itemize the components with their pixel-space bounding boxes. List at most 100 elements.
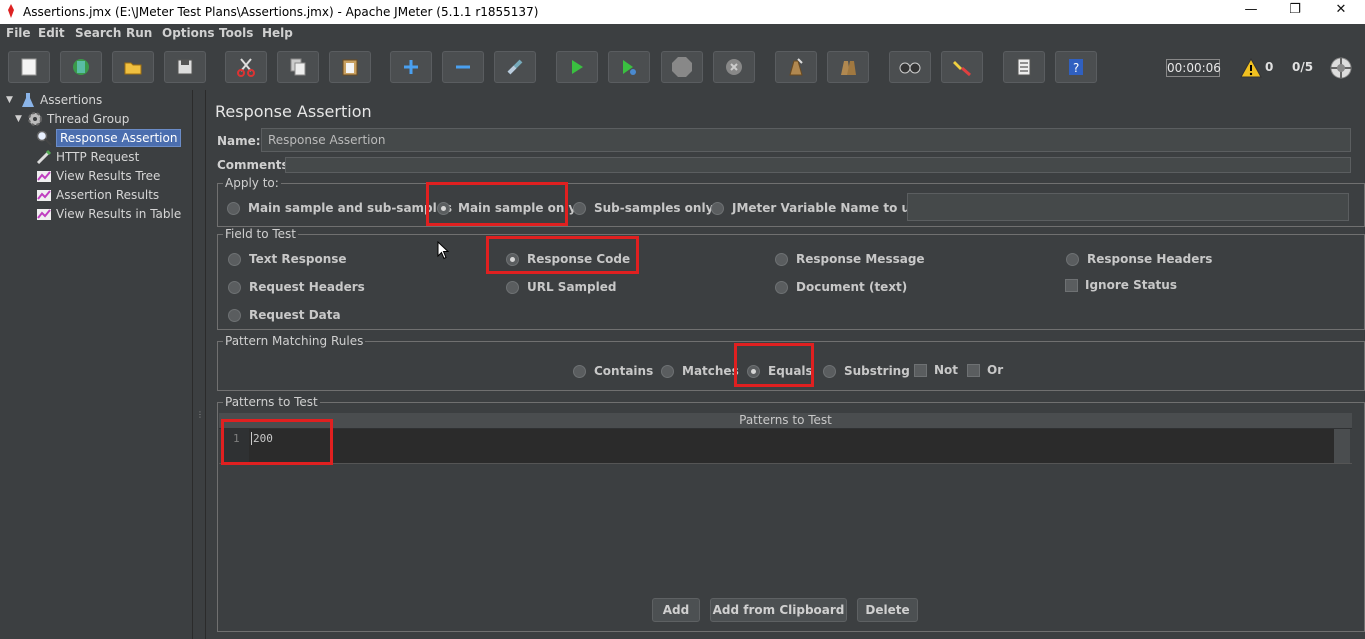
collapse-icon: [456, 65, 470, 69]
radio-main-and-sub[interactable]: Main sample and sub-samples: [227, 201, 452, 215]
function-helper-icon: [1017, 58, 1031, 76]
clear-all-button[interactable]: [827, 51, 869, 83]
name-field[interactable]: Response Assertion: [261, 128, 1351, 152]
new-icon: [21, 58, 37, 76]
menu-help[interactable]: Help: [262, 26, 293, 40]
reset-search-icon: [953, 61, 971, 77]
test-plan-tree: ▼ Assertions ▼ Thread Group Response Ass…: [0, 90, 193, 639]
function-helper-button[interactable]: [1003, 51, 1045, 83]
pattern-rules-legend: Pattern Matching Rules: [223, 334, 366, 348]
tree-node-test-plan[interactable]: Assertions: [20, 91, 102, 109]
delete-button[interactable]: Delete: [857, 598, 918, 622]
maximize-button[interactable]: ❐: [1280, 2, 1310, 22]
menu-search[interactable]: Search: [75, 26, 121, 40]
radio-response-message[interactable]: Response Message: [775, 252, 925, 266]
minimize-button[interactable]: —: [1236, 2, 1266, 22]
graph-icon: [37, 190, 51, 201]
add-button[interactable]: Add: [652, 598, 700, 622]
name-label: Name:: [217, 134, 261, 148]
warning-count: 0: [1265, 60, 1274, 74]
tree-node-view-results-table[interactable]: View Results in Table: [36, 205, 181, 223]
paste-button[interactable]: [329, 51, 371, 83]
pattern-editor[interactable]: 1 200: [221, 429, 1334, 463]
shutdown-icon: [726, 59, 742, 75]
clear-button[interactable]: [775, 51, 817, 83]
stop-icon: [672, 57, 692, 77]
tree-node-http-request[interactable]: HTTP Request: [36, 148, 139, 166]
cut-button[interactable]: [225, 51, 267, 83]
collapse-arrow-icon[interactable]: ▼: [6, 95, 13, 105]
templates-button[interactable]: [60, 51, 102, 83]
open-button[interactable]: [112, 51, 154, 83]
clear-icon: [789, 58, 803, 76]
pipette-icon: [36, 149, 52, 165]
reset-search-button[interactable]: [941, 51, 983, 83]
tree-node-view-results-tree[interactable]: View Results Tree: [36, 167, 160, 185]
radio-equals[interactable]: Equals: [747, 364, 813, 378]
radio-variable-name[interactable]: JMeter Variable Name to use: [711, 201, 925, 215]
copy-button[interactable]: [277, 51, 319, 83]
variable-name-input[interactable]: [907, 193, 1349, 221]
patterns-table-body: [219, 463, 1352, 587]
checkbox-or[interactable]: Or: [967, 363, 1003, 377]
warning-icon[interactable]: [1240, 58, 1262, 78]
copy-icon: [290, 58, 306, 76]
paste-icon: [342, 59, 358, 76]
new-button[interactable]: [8, 51, 50, 83]
start-no-pauses-button[interactable]: [608, 51, 650, 83]
help-button[interactable]: ?: [1055, 51, 1097, 83]
checkbox-ignore-status[interactable]: Ignore Status: [1065, 278, 1177, 292]
page-title: Response Assertion: [215, 102, 372, 121]
pattern-value[interactable]: 200: [251, 432, 273, 445]
menu-options[interactable]: Options: [162, 26, 215, 40]
radio-matches[interactable]: Matches: [661, 364, 739, 378]
menu-tools[interactable]: Tools: [219, 26, 253, 40]
radio-document-text[interactable]: Document (text): [775, 280, 907, 294]
save-icon: [177, 59, 193, 75]
tree-node-thread-group[interactable]: Thread Group: [27, 110, 129, 128]
menu-run[interactable]: Run: [126, 26, 152, 40]
radio-response-headers[interactable]: Response Headers: [1066, 252, 1212, 266]
comments-label: Comments:: [217, 158, 294, 172]
add-from-clipboard-button[interactable]: Add from Clipboard: [710, 598, 847, 622]
toolbar: ? 00:00:06 0 0/5: [0, 46, 1365, 90]
line-number: 1: [221, 429, 249, 463]
save-button[interactable]: [164, 51, 206, 83]
tree-node-assertion-results[interactable]: Assertion Results: [36, 186, 159, 204]
magnifier-icon: [36, 130, 52, 146]
radio-response-code[interactable]: Response Code: [506, 252, 630, 266]
radio-substring[interactable]: Substring: [823, 364, 910, 378]
menu-edit[interactable]: Edit: [38, 26, 65, 40]
start-button[interactable]: [556, 51, 598, 83]
toggle-icon: [507, 59, 523, 75]
close-button[interactable]: ✕: [1326, 2, 1356, 22]
radio-request-headers[interactable]: Request Headers: [228, 280, 365, 294]
search-button[interactable]: [889, 51, 931, 83]
patterns-legend: Patterns to Test: [223, 395, 320, 409]
patterns-table-header[interactable]: Patterns to Test: [219, 413, 1352, 429]
mouse-cursor-icon: [437, 241, 449, 260]
remote-globe-icon[interactable]: [1329, 56, 1353, 80]
comments-field[interactable]: [285, 157, 1351, 173]
expand-all-button[interactable]: [390, 51, 432, 83]
collapse-all-button[interactable]: [442, 51, 484, 83]
collapse-arrow-icon[interactable]: ▼: [15, 114, 22, 124]
checkbox-not[interactable]: Not: [914, 363, 958, 377]
radio-request-data[interactable]: Request Data: [228, 308, 341, 322]
radio-url-sampled[interactable]: URL Sampled: [506, 280, 616, 294]
title-bar: Assertions.jmx (E:\JMeter Test Plans\Ass…: [0, 0, 1365, 24]
radio-sub-only[interactable]: Sub-samples only: [573, 201, 713, 215]
graph-icon: [37, 209, 51, 220]
editor-scrollbar[interactable]: [1334, 429, 1350, 463]
radio-contains[interactable]: Contains: [573, 364, 653, 378]
open-icon: [124, 62, 142, 75]
elapsed-timer: 00:00:06: [1166, 59, 1221, 77]
shutdown-button[interactable]: [713, 51, 755, 83]
radio-main-only[interactable]: Main sample only: [437, 201, 576, 215]
menu-file[interactable]: File: [6, 26, 31, 40]
apply-to-legend: Apply to:: [223, 176, 281, 190]
toggle-button[interactable]: [494, 51, 536, 83]
radio-text-response[interactable]: Text Response: [228, 252, 347, 266]
stop-button[interactable]: [661, 51, 703, 83]
tree-node-response-assertion[interactable]: Response Assertion: [36, 129, 182, 147]
